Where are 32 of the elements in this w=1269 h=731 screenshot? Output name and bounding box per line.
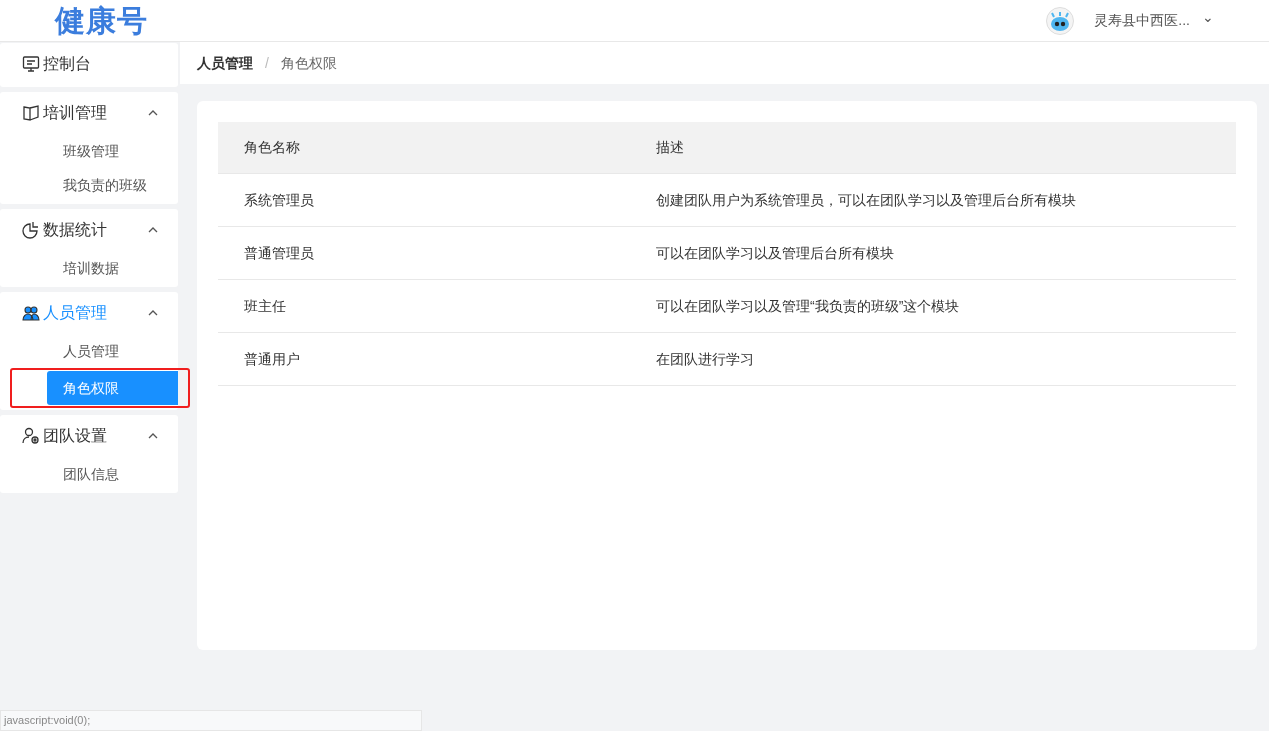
- breadcrumb-item[interactable]: 人员管理: [197, 52, 253, 74]
- sidebar-subitem[interactable]: 人员管理: [0, 334, 178, 368]
- sidebar-subitem[interactable]: 我负责的班级: [0, 168, 178, 202]
- table-cell: 普通用户: [218, 333, 630, 386]
- table-cell: 普通管理员: [218, 227, 630, 280]
- table-cell: 创建团队用户为系统管理员，可以在团队学习以及管理后台所有模块: [630, 174, 1236, 227]
- logo: 健康号: [55, 5, 148, 36]
- table-cell: 系统管理员: [218, 174, 630, 227]
- table-cell: 可以在团队学习以及管理“我负责的班级”这个模块: [630, 280, 1236, 333]
- column-header: 描述: [630, 122, 1236, 174]
- pie-chart-icon: [22, 221, 40, 239]
- sidebar-item[interactable]: 团队设置: [0, 415, 178, 457]
- sidebar-item[interactable]: 控制台: [0, 43, 178, 85]
- organization-name[interactable]: 灵寿县中西医...: [1094, 10, 1190, 31]
- book-icon: [22, 104, 40, 122]
- status-bar: javascript:void(0);: [0, 710, 422, 731]
- mascot-avatar-icon[interactable]: [1046, 6, 1075, 35]
- column-header: 角色名称: [218, 122, 630, 174]
- sidebar-subitem[interactable]: 班级管理: [0, 134, 178, 168]
- dropdown-caret[interactable]: ⌄: [1202, 9, 1214, 24]
- breadcrumb-separator: /: [265, 53, 269, 73]
- monitor-icon: [22, 55, 40, 73]
- users-icon: [22, 304, 40, 322]
- sidebar-item[interactable]: 数据统计: [0, 209, 178, 251]
- user-settings-icon: [22, 427, 40, 445]
- breadcrumb-item[interactable]: 角色权限: [280, 52, 337, 74]
- table-cell: 可以在团队学习以及管理后台所有模块: [630, 227, 1236, 280]
- sidebar-item[interactable]: 培训管理: [0, 92, 178, 134]
- sidebar-subitem[interactable]: 培训数据: [0, 251, 178, 285]
- sidebar-subitem[interactable]: 团队信息: [0, 457, 178, 491]
- table-cell: 在团队进行学习: [630, 333, 1236, 386]
- table-cell: 班主任: [218, 280, 630, 333]
